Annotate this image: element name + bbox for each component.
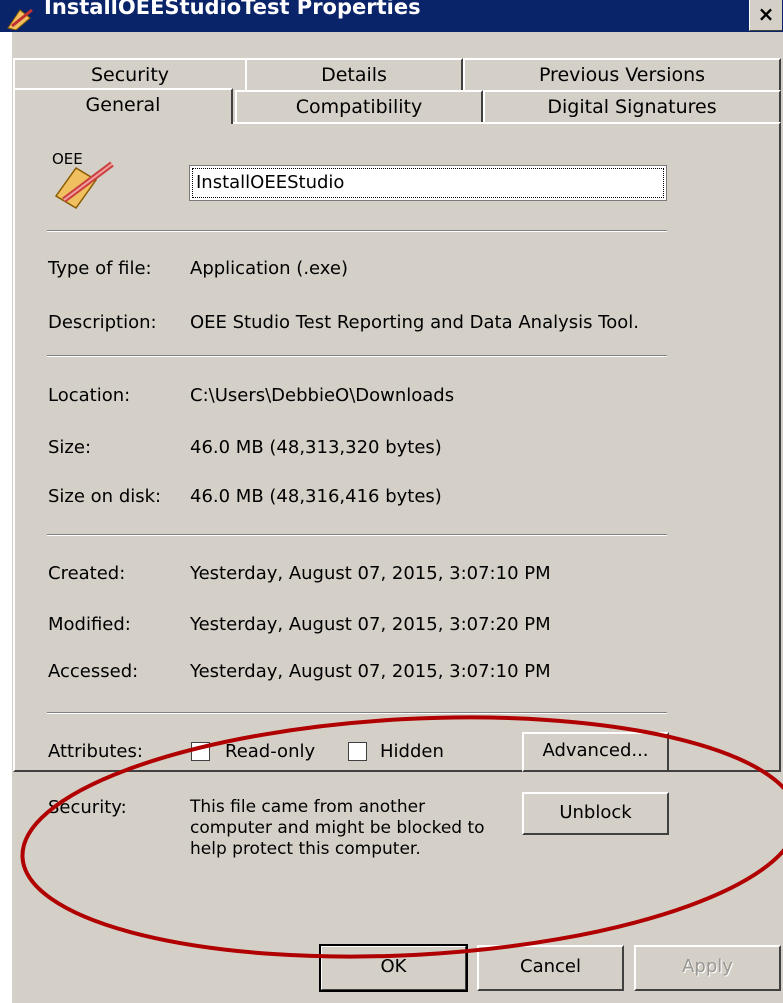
tab-general[interactable]: General (13, 88, 233, 124)
annotation-ellipse (20, 715, 783, 959)
